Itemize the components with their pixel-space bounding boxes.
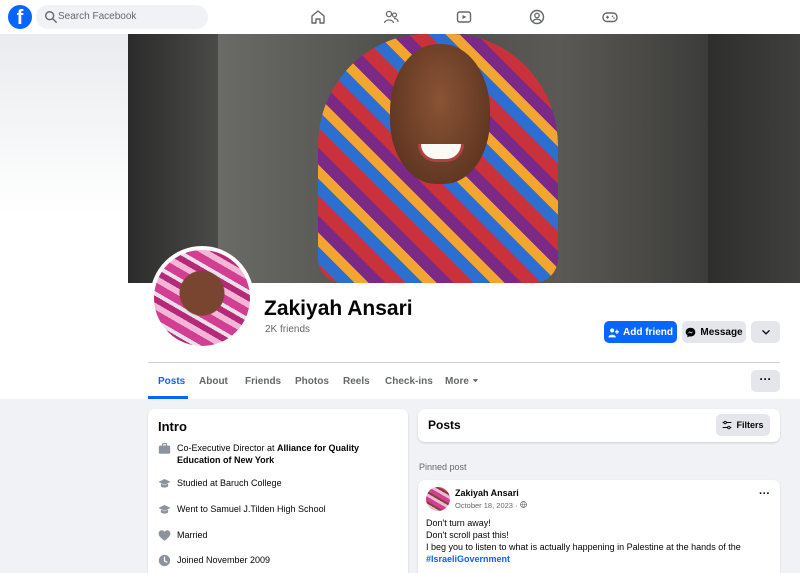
posts-title: Posts [428, 418, 461, 432]
pinned-post-label: Pinned post [419, 462, 467, 472]
clock-icon [158, 554, 171, 567]
globe-icon [519, 501, 527, 508]
intro-title: Intro [158, 419, 187, 434]
graduation-cap-icon [158, 479, 171, 488]
intro-high-school-text: Went to Samuel J.Tilden High School [177, 504, 326, 514]
graduation-cap-icon [158, 505, 171, 514]
intro-college: Studied at Baruch College [158, 477, 398, 490]
video-icon[interactable] [456, 9, 472, 25]
add-friend-icon [608, 327, 619, 337]
intro-relationship: Married [158, 529, 398, 542]
filters-icon [723, 420, 732, 430]
post-author-name[interactable]: Zakiyah Ansari [455, 488, 519, 498]
post-text-line: Don't turn away! [426, 518, 491, 528]
tab-more-label: More [445, 376, 469, 387]
search-input[interactable]: Search Facebook [36, 5, 208, 29]
friends-icon[interactable] [383, 9, 399, 25]
caret-down-icon [472, 379, 478, 383]
post-text-line: I beg you to listen to what is actually … [426, 542, 741, 552]
intro-college-text: Studied at Baruch College [177, 478, 282, 488]
filters-label: Filters [736, 420, 764, 430]
posts-header-card: Posts Filters [418, 409, 780, 442]
tab-friends[interactable]: Friends [245, 376, 281, 387]
chevron-down-icon [761, 330, 770, 335]
tab-photos[interactable]: Photos [295, 376, 329, 387]
cover-photo[interactable] [128, 34, 800, 283]
briefcase-icon [158, 443, 171, 454]
intro-work-text: Co-Executive Director at [177, 443, 278, 453]
header-fade [0, 34, 130, 214]
post-text-line: Don't scroll past this! [426, 530, 509, 540]
heart-icon [158, 530, 171, 541]
message-button[interactable]: Message [682, 321, 746, 343]
message-label: Message [700, 326, 743, 338]
tab-about[interactable]: About [199, 376, 228, 387]
tab-check-ins[interactable]: Check-ins [385, 376, 433, 387]
tab-posts[interactable]: Posts [158, 376, 185, 387]
active-tab-indicator [148, 396, 188, 399]
filters-button[interactable]: Filters [716, 414, 770, 436]
pinned-post: Zakiyah Ansari October 18, 2023 · ··· Do… [418, 480, 780, 573]
search-icon [45, 11, 57, 23]
add-friend-label: Add friend [623, 326, 673, 338]
gaming-icon[interactable] [602, 9, 618, 25]
search-placeholder: Search Facebook [58, 11, 137, 22]
cover-wall-right [708, 34, 800, 283]
tab-reels[interactable]: Reels [343, 376, 370, 387]
intro-work: Co-Executive Director at Alliance for Qu… [158, 442, 398, 466]
post-options-button[interactable]: ··· [759, 488, 770, 500]
post-date[interactable]: October 18, 2023 · [455, 501, 527, 510]
tab-more[interactable]: More [445, 376, 479, 387]
cover-face [390, 44, 490, 184]
post-author-avatar[interactable] [426, 487, 450, 511]
post-date-text: October 18, 2023 · [455, 501, 518, 510]
intro-joined-text: Joined November 2009 [177, 555, 271, 565]
friends-count[interactable]: 2K friends [265, 324, 310, 335]
intro-high-school: Went to Samuel J.Tilden High School [158, 503, 398, 516]
profile-name: Zakiyah Ansari [264, 297, 413, 320]
profile-avatar[interactable] [150, 246, 254, 350]
header-divider [148, 362, 780, 363]
intro-card: Intro Co-Executive Director at Alliance … [148, 409, 408, 573]
top-navigation-bar: f Search Facebook [0, 0, 800, 34]
post-hashtag-link[interactable]: #IsraeliGovernment [426, 554, 510, 564]
tabs-more-options-button[interactable]: ··· [751, 370, 780, 392]
add-friend-button[interactable]: Add friend [604, 321, 677, 343]
intro-relationship-text: Married [177, 530, 208, 540]
facebook-logo[interactable]: f [8, 5, 32, 29]
groups-icon[interactable] [529, 9, 545, 25]
intro-joined: Joined November 2009 [158, 554, 398, 567]
messenger-icon [686, 327, 696, 337]
home-icon[interactable] [310, 9, 326, 25]
profile-dropdown-button[interactable] [751, 321, 780, 343]
